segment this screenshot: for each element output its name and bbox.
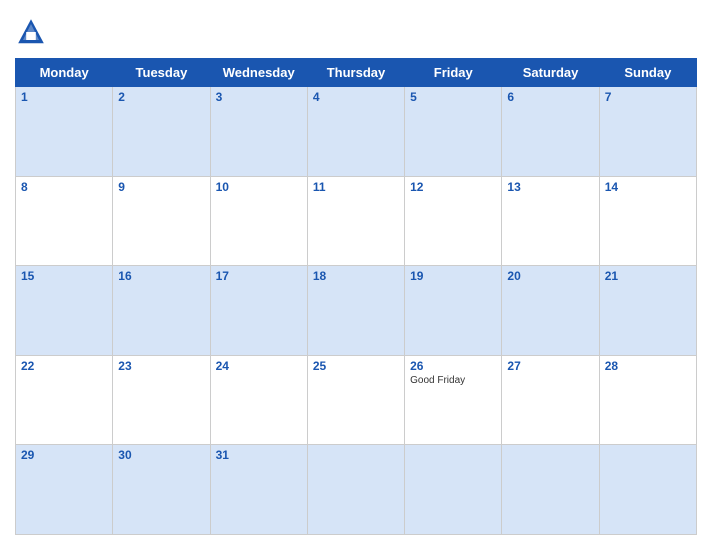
date-number: 1 — [21, 90, 107, 104]
weekday-header-monday: Monday — [16, 59, 113, 87]
calendar-cell: 2 — [113, 87, 210, 177]
date-number: 19 — [410, 269, 496, 283]
calendar-cell: 28 — [599, 355, 696, 445]
calendar-cell: 5 — [405, 87, 502, 177]
weekday-header-wednesday: Wednesday — [210, 59, 307, 87]
calendar-cell: 24 — [210, 355, 307, 445]
calendar-body: 1234567891011121314151617181920212223242… — [16, 87, 697, 535]
calendar-week-row: 1234567 — [16, 87, 697, 177]
date-number: 2 — [118, 90, 204, 104]
logo — [15, 16, 52, 48]
date-number: 27 — [507, 359, 593, 373]
date-number: 21 — [605, 269, 691, 283]
calendar-cell: 15 — [16, 266, 113, 356]
date-number: 15 — [21, 269, 107, 283]
calendar-cell: 19 — [405, 266, 502, 356]
calendar-cell: 17 — [210, 266, 307, 356]
date-number: 28 — [605, 359, 691, 373]
calendar-cell: 26 Good Friday — [405, 355, 502, 445]
weekday-header-sunday: Sunday — [599, 59, 696, 87]
calendar-cell: 18 — [307, 266, 404, 356]
date-number: 26 — [410, 359, 496, 373]
calendar-cell: 22 — [16, 355, 113, 445]
calendar-cell: 4 — [307, 87, 404, 177]
calendar-cell: 6 — [502, 87, 599, 177]
calendar-cell: 14 — [599, 176, 696, 266]
date-number: 23 — [118, 359, 204, 373]
date-number: 5 — [410, 90, 496, 104]
calendar-cell: 25 — [307, 355, 404, 445]
calendar-cell — [405, 445, 502, 535]
calendar-cell: 11 — [307, 176, 404, 266]
calendar-week-row: 89 10 11 12 13 14 — [16, 176, 697, 266]
calendar-cell: 31 — [210, 445, 307, 535]
calendar-cell: 3 — [210, 87, 307, 177]
calendar-cell: 20 — [502, 266, 599, 356]
event-label: Good Friday — [410, 375, 496, 386]
calendar-cell: 1 — [16, 87, 113, 177]
calendar-cell: 30 — [113, 445, 210, 535]
calendar-cell: 27 — [502, 355, 599, 445]
calendar-cell: 9 — [113, 176, 210, 266]
calendar-table: MondayTuesdayWednesdayThursdayFridaySatu… — [15, 58, 697, 535]
calendar-header-row: MondayTuesdayWednesdayThursdayFridaySatu… — [16, 59, 697, 87]
weekday-header-thursday: Thursday — [307, 59, 404, 87]
date-number: 11 — [313, 180, 399, 194]
calendar-cell: 12 — [405, 176, 502, 266]
calendar-cell: 21 — [599, 266, 696, 356]
weekday-header-friday: Friday — [405, 59, 502, 87]
date-number: 3 — [216, 90, 302, 104]
date-number: 24 — [216, 359, 302, 373]
date-number: 25 — [313, 359, 399, 373]
calendar-cell: 7 — [599, 87, 696, 177]
calendar-cell: 29 — [16, 445, 113, 535]
date-number: 29 — [21, 448, 107, 462]
date-number: 18 — [313, 269, 399, 283]
date-number: 13 — [507, 180, 593, 194]
weekday-header-tuesday: Tuesday — [113, 59, 210, 87]
calendar-cell — [502, 445, 599, 535]
date-number: 8 — [21, 180, 107, 194]
calendar-cell — [599, 445, 696, 535]
date-number: 22 — [21, 359, 107, 373]
date-number: 9 — [118, 180, 204, 194]
date-number: 31 — [216, 448, 302, 462]
date-number: 16 — [118, 269, 204, 283]
calendar-header — [15, 10, 697, 50]
calendar-cell: 8 — [16, 176, 113, 266]
date-number: 7 — [605, 90, 691, 104]
calendar-cell — [307, 445, 404, 535]
calendar-cell: 16 — [113, 266, 210, 356]
calendar-week-row: 22 23 24 25 26 Good Friday 27 28 — [16, 355, 697, 445]
logo-icon — [15, 16, 47, 48]
calendar-cell: 13 — [502, 176, 599, 266]
date-number: 30 — [118, 448, 204, 462]
date-number: 4 — [313, 90, 399, 104]
date-number: 20 — [507, 269, 593, 283]
date-number: 14 — [605, 180, 691, 194]
date-number: 10 — [216, 180, 302, 194]
weekday-header-saturday: Saturday — [502, 59, 599, 87]
calendar-week-row: 15 16 17 18 19 20 21 — [16, 266, 697, 356]
calendar-week-row: 29 30 31 — [16, 445, 697, 535]
date-number: 17 — [216, 269, 302, 283]
calendar-cell: 23 — [113, 355, 210, 445]
calendar-cell: 10 — [210, 176, 307, 266]
date-number: 12 — [410, 180, 496, 194]
date-number: 6 — [507, 90, 593, 104]
